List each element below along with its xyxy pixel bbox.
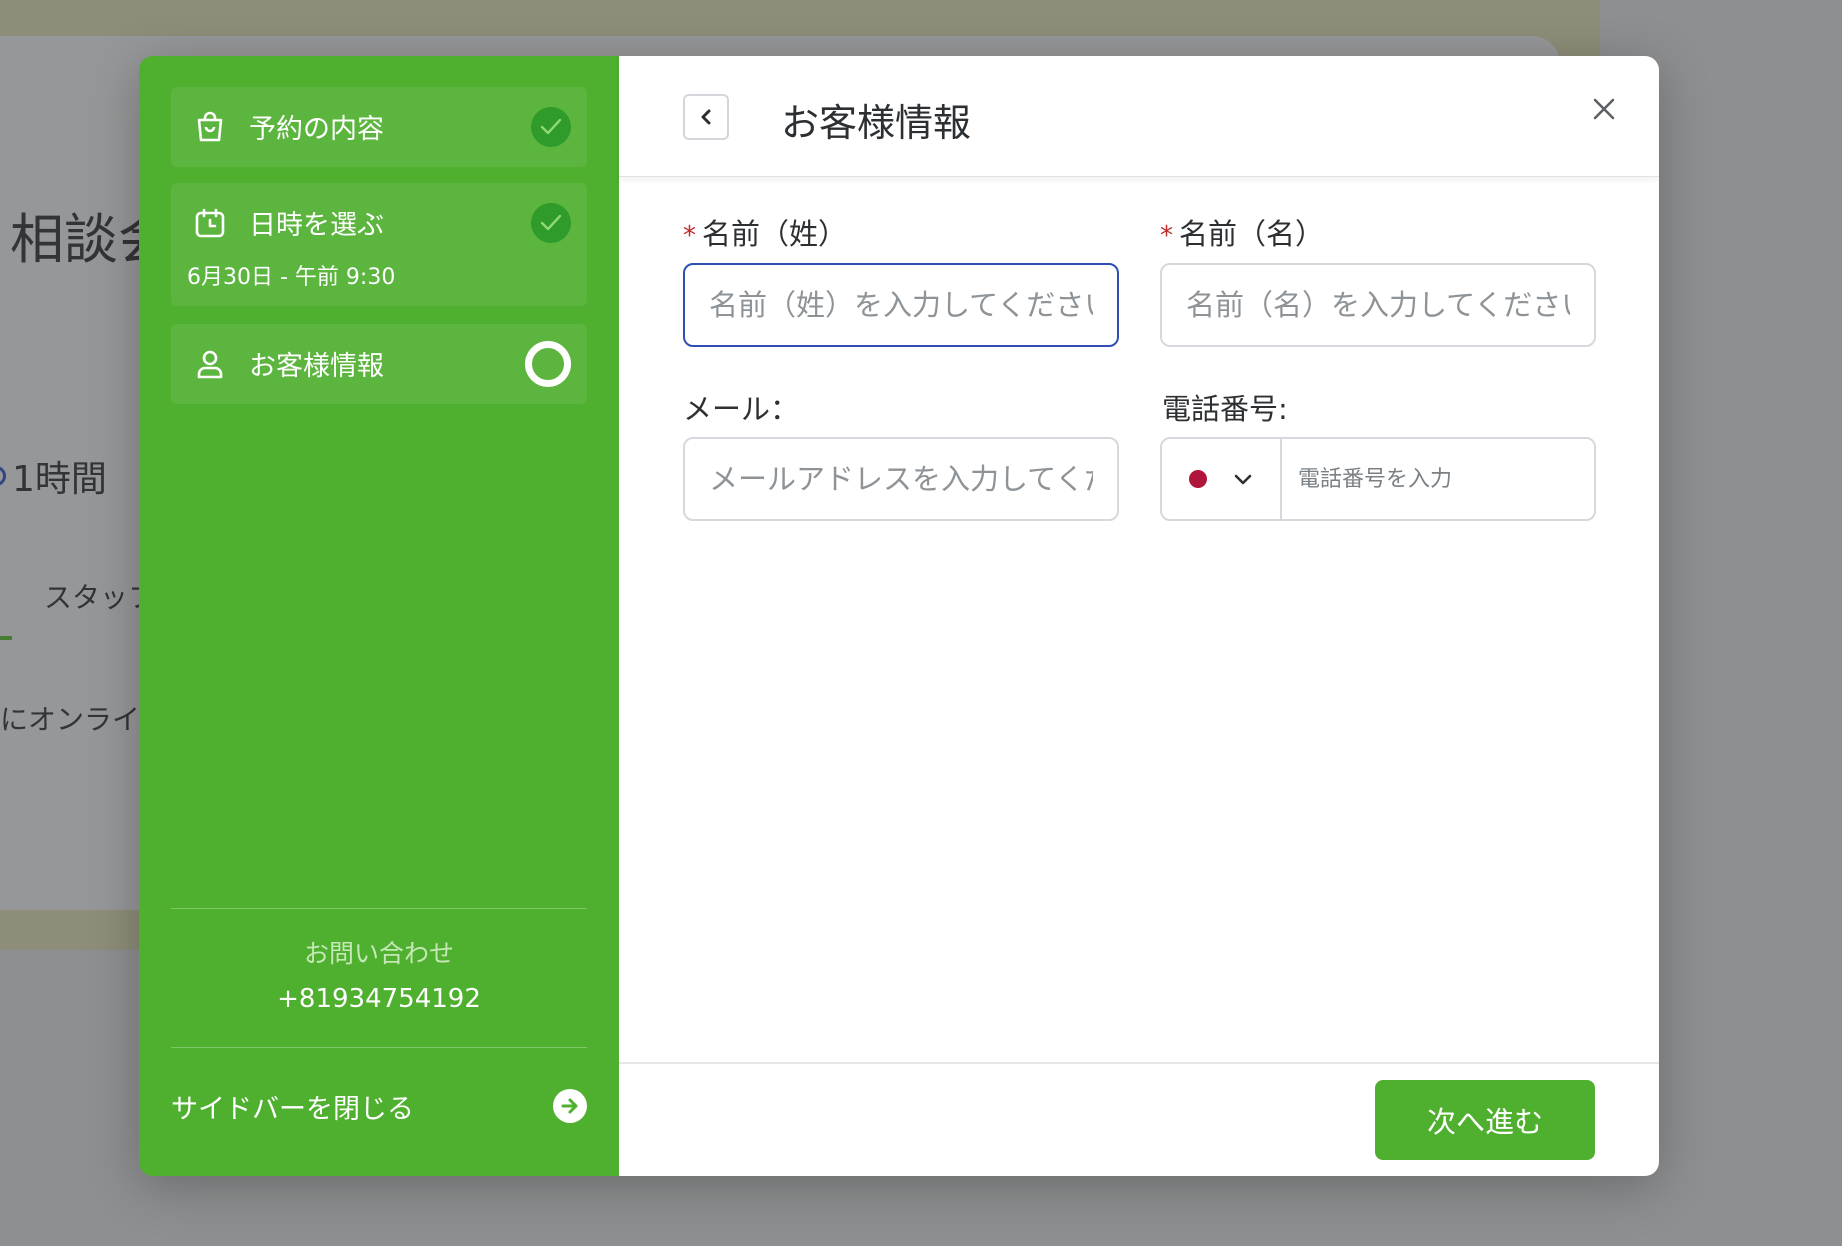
- close-sidebar-label: サイドバーを閉じる: [171, 1093, 414, 1125]
- shopping-bag-icon: [193, 110, 227, 144]
- required-marker: *: [1160, 221, 1173, 251]
- booking-modal: 予約の内容 日時を選ぶ 6月30日 - 午前 9:30 お客様情報 お問い合わせ…: [139, 56, 1659, 1176]
- chevron-left-icon: [701, 109, 711, 125]
- page-title: お客様情報: [781, 101, 972, 145]
- selected-datetime: 6月30日 - 午前 9:30: [187, 265, 396, 290]
- phone-label: 電話番号:: [1162, 392, 1288, 426]
- first-name-label: * 名前（名）: [1160, 217, 1325, 251]
- back-button[interactable]: [683, 94, 729, 140]
- calendar-icon: [193, 206, 227, 240]
- email-label: メール：: [683, 392, 800, 426]
- close-icon[interactable]: [1587, 92, 1621, 126]
- divider: [171, 1047, 587, 1048]
- last-name-input[interactable]: [683, 263, 1119, 347]
- check-icon: [531, 107, 571, 147]
- japan-flag-icon: [1189, 470, 1207, 488]
- phone-input[interactable]: [1282, 439, 1594, 519]
- sidebar-step-label: 予約の内容: [249, 114, 384, 145]
- check-icon: [531, 203, 571, 243]
- contact-label: お問い合わせ: [303, 939, 454, 968]
- sidebar-step-customer-info[interactable]: お客様情報: [171, 324, 587, 404]
- customer-info-panel: お客様情報 *名前（姓） *名前（名） メール： 電話番号:: [619, 56, 1659, 1176]
- first-name-input[interactable]: [1160, 263, 1596, 347]
- sidebar-step-label: お客様情報: [249, 351, 384, 382]
- next-button[interactable]: 次へ進む: [1375, 1080, 1595, 1160]
- user-icon: [193, 347, 227, 381]
- required-marker: *: [683, 221, 696, 251]
- in-progress-icon: [525, 341, 571, 387]
- chevron-down-icon: [1234, 474, 1252, 485]
- booking-sidebar: 予約の内容 日時を選ぶ 6月30日 - 午前 9:30 お客様情報 お問い合わせ…: [139, 56, 619, 1176]
- sidebar-step-label: 日時を選ぶ: [249, 210, 384, 241]
- panel-header: お客様情報: [619, 56, 1659, 177]
- divider: [171, 908, 587, 909]
- sidebar-step-datetime[interactable]: 日時を選ぶ 6月30日 - 午前 9:30: [171, 183, 587, 306]
- panel-footer: 次へ進む: [619, 1062, 1659, 1176]
- arrow-right-icon: [553, 1089, 587, 1123]
- close-sidebar-button[interactable]: サイドバーを閉じる: [171, 1086, 587, 1126]
- email-input[interactable]: [683, 437, 1119, 521]
- phone-field: [1160, 437, 1596, 521]
- last-name-label: * 名前（姓）: [683, 217, 848, 251]
- country-code-select[interactable]: [1162, 439, 1282, 519]
- contact-phone: +81934754192: [277, 984, 481, 1014]
- sidebar-step-service[interactable]: 予約の内容: [171, 87, 587, 167]
